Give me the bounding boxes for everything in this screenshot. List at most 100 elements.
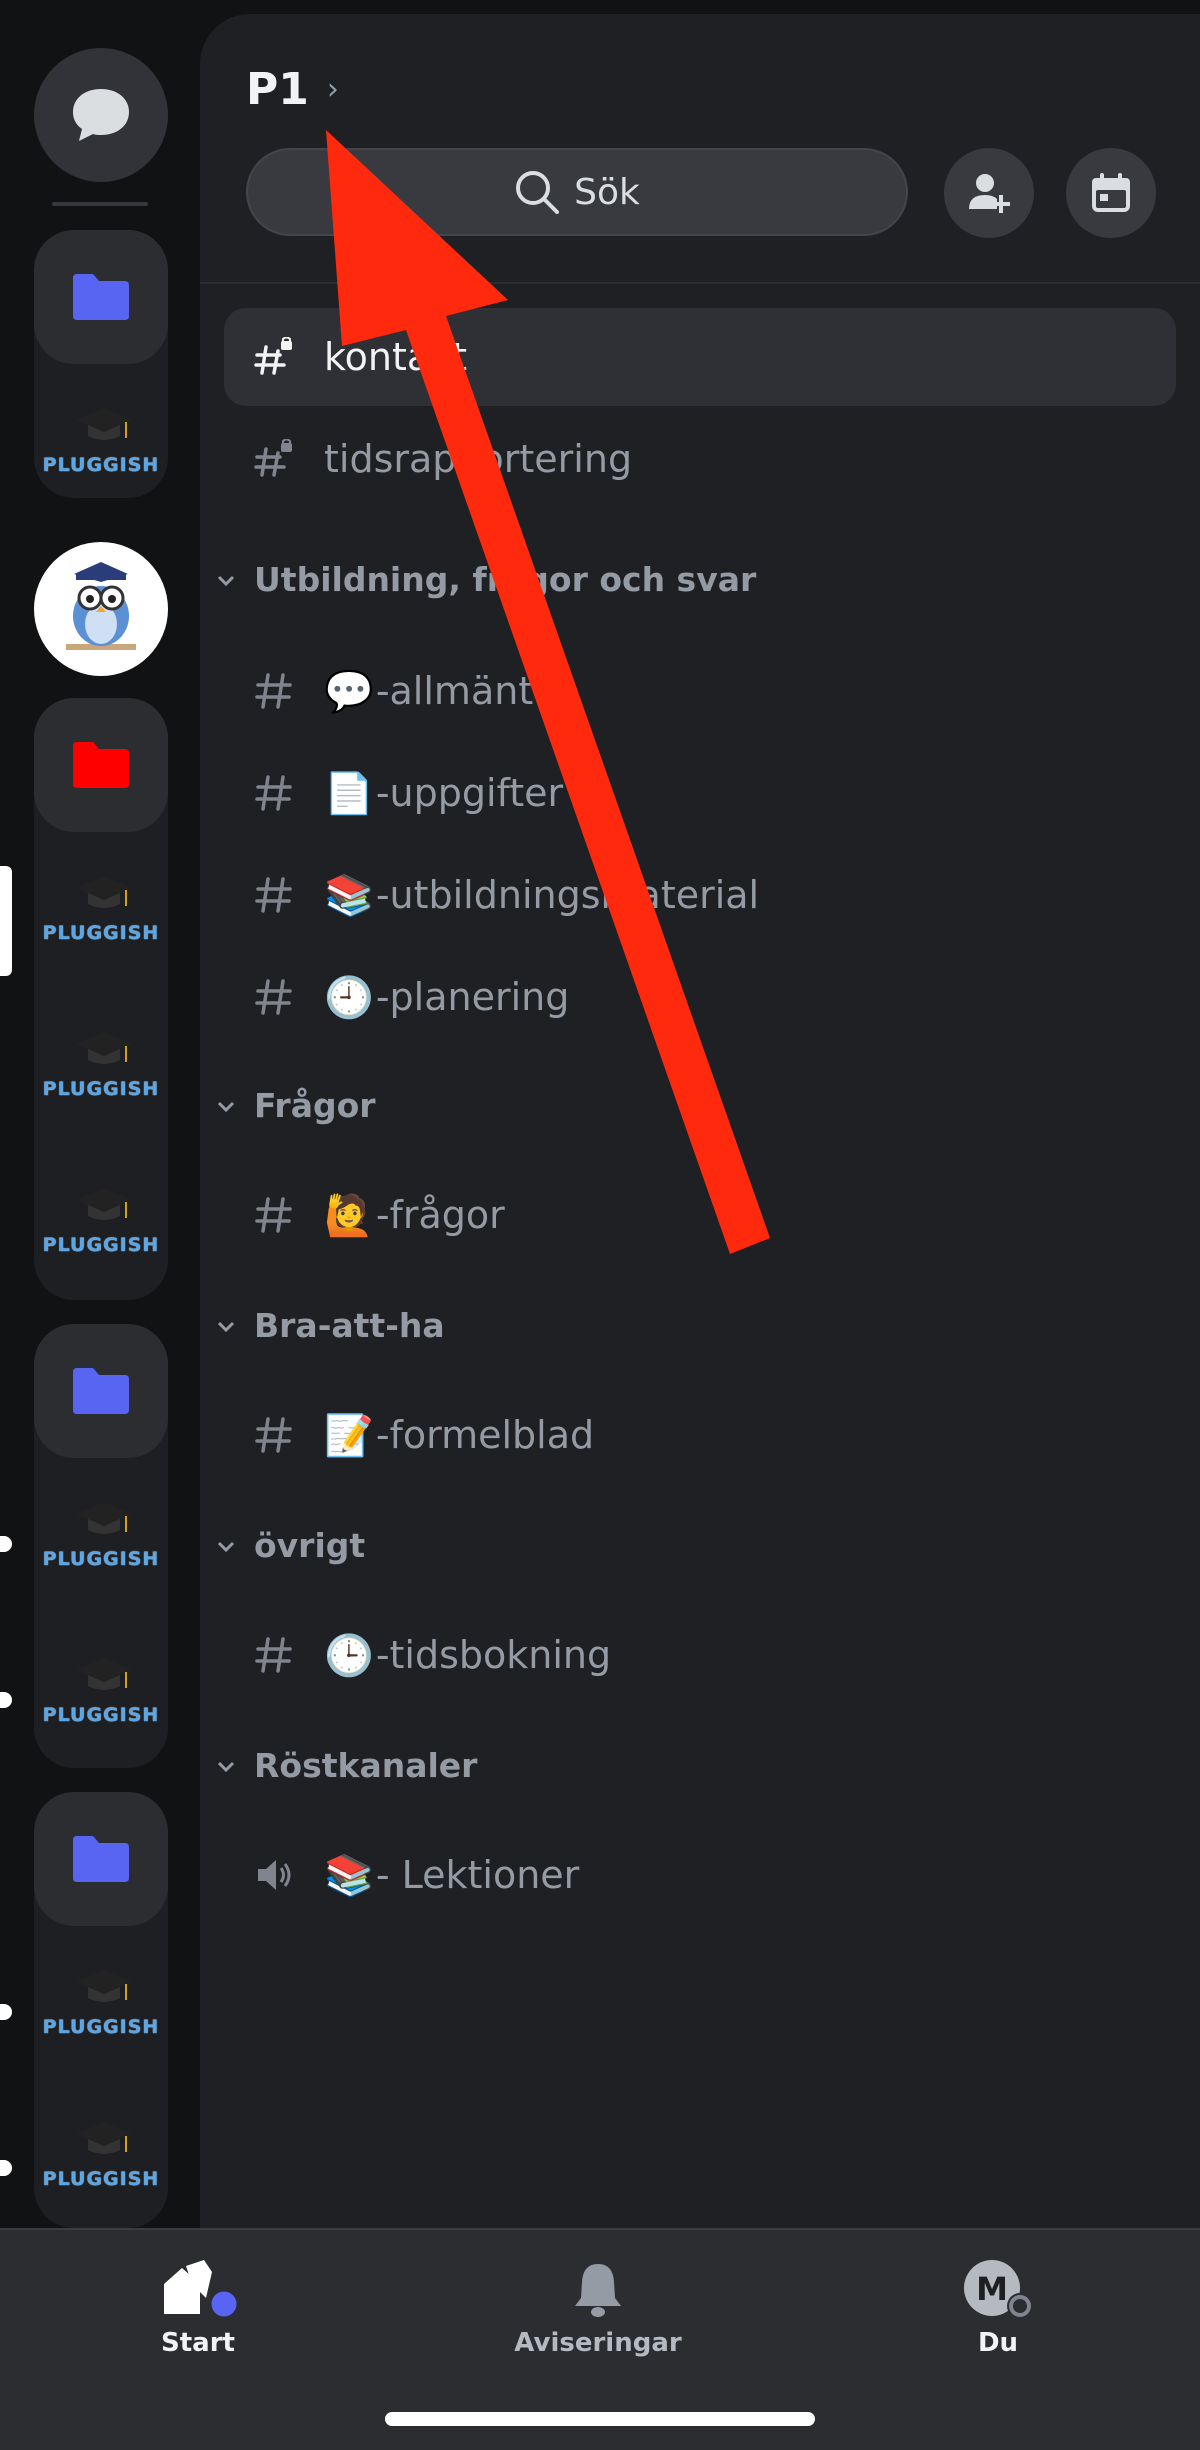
channel-name: -tidsbokning xyxy=(375,1633,612,1677)
raising-hand-icon: 🙋 xyxy=(324,1192,374,1239)
folder-icon xyxy=(73,742,129,788)
channel-tidsbokning[interactable]: 🕒 -tidsbokning xyxy=(224,1606,1176,1704)
category-name: Frågor xyxy=(254,1086,376,1125)
speech-bubble-icon: 💬 xyxy=(324,668,374,715)
pluggish-logo: PLUGGISH xyxy=(38,1026,164,1116)
category-name: Utbildning, frågor och svar xyxy=(254,560,757,599)
server-pluggish[interactable]: PLUGGISH xyxy=(34,1004,168,1138)
hash-lock-icon xyxy=(254,337,292,375)
hash-icon xyxy=(255,979,292,1015)
unread-dot xyxy=(0,1536,12,1552)
category-header[interactable]: Röstkanaler xyxy=(214,1746,477,1785)
clock-icon: 🕒 xyxy=(324,1632,374,1679)
channel-kontakt[interactable]: kontakt xyxy=(224,308,1176,406)
chevron-down-icon xyxy=(217,575,235,586)
channel-uppgifter[interactable]: 📄 -uppgifter xyxy=(224,744,1176,842)
server-name-header[interactable]: P1 › xyxy=(246,64,339,115)
hash-icon xyxy=(255,877,292,913)
server-pluggish[interactable]: PLUGGISH xyxy=(34,1630,168,1764)
chevron-down-icon xyxy=(217,1101,235,1112)
header-divider xyxy=(200,282,1200,284)
category-name: Röstkanaler xyxy=(254,1746,478,1785)
owl-icon xyxy=(66,562,136,650)
books-icon: 📚 xyxy=(324,872,374,919)
channel-fragor[interactable]: 🙋 -frågor xyxy=(224,1166,1176,1264)
pluggish-logo: PLUGGISH xyxy=(38,402,164,492)
pluggish-logo: PLUGGISH xyxy=(38,1182,164,1272)
tab-label: Start xyxy=(161,2328,235,2358)
category-header[interactable]: övrigt xyxy=(214,1526,365,1565)
rail-separator xyxy=(52,202,148,206)
server-rail: PLUGGISH PLUGGISH PLUGGISH PLUGGISH PLUG… xyxy=(0,0,200,2228)
search-button[interactable]: Sök xyxy=(246,148,908,236)
folder-icon xyxy=(73,274,129,320)
calendar-icon xyxy=(1092,173,1130,212)
server-pluggish[interactable]: PLUGGISH xyxy=(34,1942,168,2076)
chevron-down-icon xyxy=(217,1541,235,1552)
tab-notifications[interactable]: Aviseringar xyxy=(498,2258,698,2358)
pluggish-logo: PLUGGISH xyxy=(38,1964,164,2054)
server-pluggish[interactable]: PLUGGISH xyxy=(34,1474,168,1608)
category-header[interactable]: Frågor xyxy=(214,1086,376,1125)
channel-utbildningsmaterial[interactable]: 📚 -utbildningsmaterial xyxy=(224,846,1176,944)
hash-icon xyxy=(255,1637,292,1673)
chat-bubble-icon xyxy=(73,89,129,141)
pluggish-logo: PLUGGISH xyxy=(38,1496,164,1586)
search-label: Sök xyxy=(574,171,640,213)
tab-label: Aviseringar xyxy=(514,2328,682,2358)
hash-icon xyxy=(255,775,292,811)
pluggish-logo: PLUGGISH xyxy=(38,2116,164,2206)
direct-messages-button[interactable] xyxy=(34,48,168,182)
bell-icon xyxy=(575,2264,621,2317)
server-folder-blue[interactable] xyxy=(34,230,168,364)
invite-button[interactable] xyxy=(944,148,1034,238)
hash-icon xyxy=(255,1197,292,1233)
server-pluggish[interactable]: PLUGGISH xyxy=(34,2094,168,2228)
channel-name: -allmänt xyxy=(375,669,534,713)
avatar: M xyxy=(964,2260,1033,2319)
pluggish-logo: PLUGGISH xyxy=(38,870,164,960)
server-name: P1 xyxy=(246,64,309,115)
channel-planering[interactable]: 🕘 -planering xyxy=(224,948,1176,1046)
folder-icon xyxy=(73,1368,129,1414)
books-icon: 📚 xyxy=(324,1852,374,1899)
hash-icon xyxy=(255,673,292,709)
server-folder-blue[interactable] xyxy=(34,1792,168,1926)
channel-name: - Lektioner xyxy=(375,1853,580,1897)
channel-name: tidsrapportering xyxy=(324,437,633,481)
category-name: övrigt xyxy=(254,1526,366,1565)
server-pluggish[interactable]: PLUGGISH xyxy=(34,380,168,514)
channel-tidsrapportering[interactable]: tidsrapportering xyxy=(224,410,1176,508)
voice-channel-lektioner[interactable]: 📚 - Lektioner xyxy=(224,1826,1176,1924)
server-pluggish[interactable]: PLUGGISH xyxy=(34,1160,168,1294)
category-header[interactable]: Utbildning, frågor och svar xyxy=(214,560,756,599)
tab-start[interactable]: Start xyxy=(98,2258,298,2358)
pluggish-logo: PLUGGISH xyxy=(38,1652,164,1742)
hash-lock-icon xyxy=(254,439,292,477)
server-owl[interactable] xyxy=(34,542,168,676)
home-servers-icon xyxy=(164,2260,240,2320)
channel-allmant[interactable]: 💬 -allmänt xyxy=(224,642,1176,740)
avatar-letter: M xyxy=(976,2270,1008,2308)
search-icon xyxy=(516,171,560,214)
unread-dot xyxy=(0,1692,12,1708)
chevron-down-icon xyxy=(217,1761,235,1772)
unread-dot xyxy=(0,2160,12,2176)
speaker-icon xyxy=(258,1860,291,1890)
folder-icon xyxy=(73,1836,129,1882)
channel-formelblad[interactable]: 📝 -formelblad xyxy=(224,1386,1176,1484)
tab-you[interactable]: M Du xyxy=(898,2258,1098,2358)
events-button[interactable] xyxy=(1066,148,1156,238)
unread-dot xyxy=(0,2004,12,2020)
selected-indicator xyxy=(0,866,12,976)
channel-name: -planering xyxy=(375,975,570,1019)
add-user-icon xyxy=(969,174,1010,213)
tab-label: Du xyxy=(977,2328,1019,2358)
channel-name: -formelblad xyxy=(375,1413,595,1457)
channel-name: -frågor xyxy=(375,1193,505,1237)
server-folder-red[interactable] xyxy=(34,698,168,832)
category-header[interactable]: Bra-att-ha xyxy=(214,1306,445,1345)
home-indicator xyxy=(385,2412,815,2426)
server-pluggish[interactable]: PLUGGISH xyxy=(34,848,168,982)
server-folder-blue[interactable] xyxy=(34,1324,168,1458)
